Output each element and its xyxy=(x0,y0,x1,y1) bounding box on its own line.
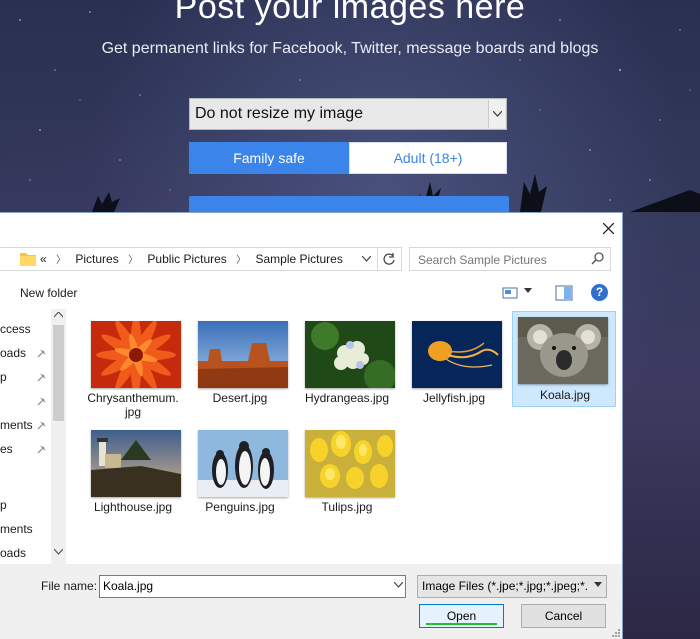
scrollbar-thumb[interactable] xyxy=(53,325,64,421)
adult-toggle[interactable]: Adult (18+) xyxy=(349,142,507,174)
breadcrumb-pictures[interactable]: Pictures xyxy=(75,252,118,266)
file-tulips[interactable]: Tulips.jpg xyxy=(295,424,399,520)
resize-select[interactable]: Do not resize my image xyxy=(189,98,507,130)
chevron-up-icon[interactable] xyxy=(54,312,63,318)
dialog-toolbar: New folder ? xyxy=(0,279,622,309)
penguins-thumbnail xyxy=(198,430,288,497)
pin-icon xyxy=(37,421,46,430)
nav-scrollbar[interactable] xyxy=(51,309,66,564)
koala-thumbnail xyxy=(518,317,608,384)
hero-title: Post your images here xyxy=(174,0,526,26)
breadcrumb: « 〉 Pictures 〉 Public Pictures 〉 Sample … xyxy=(40,248,343,270)
chevron-right-icon: 〉 xyxy=(56,255,67,266)
chevron-down-icon xyxy=(488,100,505,128)
nav-item-documents[interactable]: ments xyxy=(0,418,33,432)
resize-select-value: Do not resize my image xyxy=(195,105,364,122)
file-desert[interactable]: Desert.jpg xyxy=(188,315,292,411)
file-name-field[interactable]: Koala.jpg xyxy=(99,575,406,598)
view-options-icon[interactable] xyxy=(502,286,518,300)
file-name: Lighthouse.jpg xyxy=(93,500,173,514)
desert-thumbnail xyxy=(198,321,288,388)
file-koala[interactable]: Koala.jpg xyxy=(512,311,616,407)
help-icon[interactable]: ? xyxy=(591,284,608,301)
chrysanthemum-thumbnail xyxy=(91,321,181,388)
file-name: Hydrangeas.jpg xyxy=(304,391,390,405)
chevron-down-icon[interactable] xyxy=(357,248,375,270)
breadcrumb-public-pictures[interactable]: Public Pictures xyxy=(147,252,226,266)
close-icon[interactable] xyxy=(598,218,618,238)
file-name: Tulips.jpg xyxy=(321,500,373,514)
pin-icon xyxy=(37,373,46,382)
file-name-value: Koala.jpg xyxy=(103,579,154,593)
nav-item-downloads[interactable]: oads xyxy=(0,346,26,360)
nav-item-quick-access[interactable]: ccess xyxy=(0,322,31,336)
file-name-label: File name: xyxy=(41,579,98,593)
resize-grip-icon[interactable] xyxy=(610,627,620,637)
nav-item-downloads-2[interactable]: oads xyxy=(0,546,26,560)
open-button-label: Open xyxy=(446,609,477,623)
lighthouse-thumbnail xyxy=(91,430,181,497)
search-input[interactable] xyxy=(416,249,590,271)
file-name-line-1: Chrysanthemum. xyxy=(87,391,179,405)
breadcrumb-overflow[interactable]: « xyxy=(40,252,47,266)
file-type-select[interactable]: Image Files (*.jpe;*.jpg;*.jpeg;*. xyxy=(417,575,607,598)
preview-pane-icon[interactable] xyxy=(555,285,573,301)
file-jellyfish[interactable]: Jellyfish.jpg xyxy=(402,315,506,411)
navigation-pane: ccess oads p ments es p ments oads xyxy=(0,309,66,564)
cancel-button[interactable]: Cancel xyxy=(521,604,606,628)
file-name: Penguins.jpg xyxy=(205,500,275,514)
chevron-down-icon[interactable] xyxy=(394,582,403,588)
nav-item-documents-2[interactable]: ments xyxy=(0,522,33,536)
family-safe-toggle[interactable]: Family safe xyxy=(189,142,349,174)
file-name: Chrysanthemum. jpg xyxy=(81,391,185,419)
file-lighthouse[interactable]: Lighthouse.jpg xyxy=(81,424,185,520)
folder-icon xyxy=(20,253,36,266)
file-penguins[interactable]: Penguins.jpg xyxy=(188,424,292,520)
new-folder-button[interactable]: New folder xyxy=(20,286,77,300)
focus-underline xyxy=(426,623,497,625)
file-chrysanthemum[interactable]: Chrysanthemum. jpg xyxy=(81,315,185,419)
refresh-icon[interactable] xyxy=(377,248,400,270)
open-button[interactable]: Open xyxy=(419,604,504,628)
file-open-dialog: « 〉 Pictures 〉 Public Pictures 〉 Sample … xyxy=(0,212,623,639)
breadcrumb-sample-pictures[interactable]: Sample Pictures xyxy=(255,252,342,266)
chevron-right-icon: 〉 xyxy=(236,255,247,266)
pin-icon xyxy=(37,349,46,358)
nav-item-desktop-2[interactable]: p xyxy=(0,498,7,512)
nav-item-pictures[interactable]: es xyxy=(0,442,13,456)
chevron-down-icon[interactable] xyxy=(54,549,63,555)
hero-subtitle: Get permanent links for Facebook, Twitte… xyxy=(101,40,599,57)
file-hydrangeas[interactable]: Hydrangeas.jpg xyxy=(295,315,399,411)
chevron-down-icon[interactable] xyxy=(524,288,532,293)
search-box[interactable] xyxy=(409,247,611,271)
file-name: Koala.jpg xyxy=(539,388,591,402)
chevron-down-icon xyxy=(594,582,602,587)
jellyfish-thumbnail xyxy=(412,321,502,388)
search-icon xyxy=(591,252,604,265)
nav-item-desktop[interactable]: p xyxy=(0,370,7,384)
tulips-thumbnail xyxy=(305,430,395,497)
chevron-right-icon: 〉 xyxy=(128,255,139,266)
hydrangeas-thumbnail xyxy=(305,321,395,388)
file-name-line-2: jpg xyxy=(124,405,141,419)
pin-icon xyxy=(37,397,46,406)
file-name: Jellyfish.jpg xyxy=(422,391,486,405)
pin-icon xyxy=(37,445,46,454)
address-bar[interactable]: « 〉 Pictures 〉 Public Pictures 〉 Sample … xyxy=(0,247,402,271)
file-type-value: Image Files (*.jpe;*.jpg;*.jpeg;*. xyxy=(422,579,589,593)
dialog-footer: File name: Koala.jpg Image Files (*.jpe;… xyxy=(0,564,622,639)
file-name: Desert.jpg xyxy=(212,391,268,405)
file-list: Chrysanthemum. jpg Desert.jpg Hydrangeas… xyxy=(68,309,621,564)
